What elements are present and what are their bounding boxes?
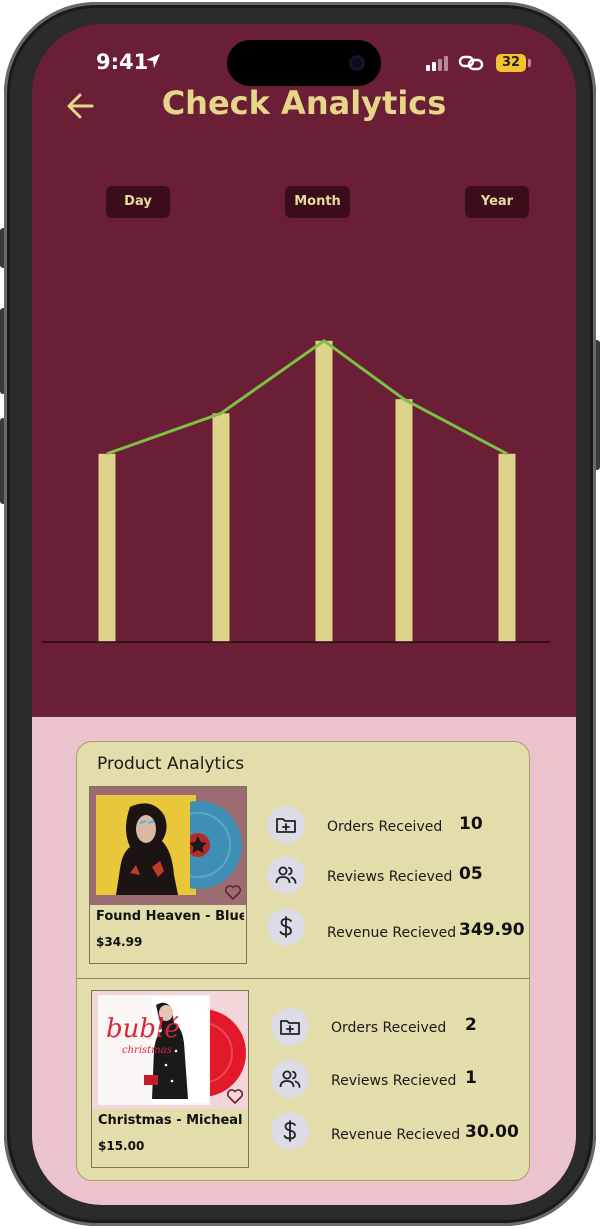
revenue-value: 349.90 bbox=[459, 920, 525, 940]
cellular-signal-icon bbox=[426, 56, 448, 71]
chart-trend-line bbox=[106, 339, 508, 456]
revenue-value: 30.00 bbox=[465, 1122, 519, 1142]
battery-tip bbox=[528, 59, 531, 67]
product-price: $15.00 bbox=[98, 1139, 145, 1153]
chart-bar-5 bbox=[498, 453, 516, 642]
reviews-icon-bg bbox=[267, 856, 305, 894]
chart-bar-3 bbox=[315, 340, 333, 642]
users-icon bbox=[275, 866, 297, 884]
favorite-heart-icon[interactable] bbox=[224, 883, 242, 901]
revenue-label: Revenue Recieved bbox=[331, 1127, 461, 1143]
reviews-value: 1 bbox=[465, 1068, 477, 1088]
svg-text:christmas: christmas bbox=[122, 1045, 172, 1056]
product-card-christmas[interactable]: bublé christmas Christmas - Micheal B.. … bbox=[91, 990, 249, 1168]
analytics-chart bbox=[42, 339, 550, 643]
revenue-icon-bg bbox=[271, 1112, 309, 1150]
analytics-panel: Product Analytics Found Heaven - Blue $3… bbox=[32, 717, 576, 1205]
folder-plus-icon bbox=[276, 818, 296, 833]
tab-day[interactable]: Day bbox=[106, 186, 170, 218]
page-title: Check Analytics bbox=[161, 84, 447, 122]
product-name: Christmas - Micheal B.. bbox=[98, 1113, 246, 1128]
reviews-label: Reviews Recieved bbox=[331, 1073, 457, 1089]
dollar-icon bbox=[279, 916, 292, 938]
folder-plus-icon bbox=[280, 1020, 300, 1035]
chart-bar-4 bbox=[395, 399, 413, 642]
orders-label: Orders Received bbox=[327, 819, 443, 835]
personal-hotspot-icon bbox=[458, 55, 484, 71]
phone-frame: 9:41 32 Check Analytics Day Month Year P… bbox=[4, 2, 596, 1226]
tab-month[interactable]: Month bbox=[285, 186, 350, 218]
orders-label: Orders Received bbox=[331, 1020, 447, 1036]
app-screen: 9:41 32 Check Analytics Day Month Year P… bbox=[32, 24, 576, 1205]
tab-year[interactable]: Year bbox=[465, 186, 529, 218]
card-title: Product Analytics bbox=[97, 754, 245, 774]
camera-icon bbox=[349, 55, 365, 71]
product-divider bbox=[77, 978, 529, 979]
product-price: $34.99 bbox=[96, 935, 143, 949]
product-card-found-heaven[interactable]: Found Heaven - Blue $34.99 bbox=[89, 786, 247, 964]
favorite-heart-icon[interactable] bbox=[226, 1087, 244, 1105]
dollar-icon bbox=[283, 1120, 296, 1142]
product-name: Found Heaven - Blue bbox=[96, 909, 244, 924]
product-analytics-card: Product Analytics Found Heaven - Blue $3… bbox=[76, 741, 530, 1181]
orders-icon-bg bbox=[267, 806, 305, 844]
status-time: 9:41 bbox=[96, 50, 149, 74]
orders-value: 2 bbox=[465, 1015, 477, 1035]
revenue-label: Revenue Recieved bbox=[327, 925, 457, 941]
reviews-label: Reviews Recieved bbox=[327, 869, 453, 885]
users-icon bbox=[279, 1070, 301, 1088]
album-cover-found-heaven bbox=[90, 787, 246, 905]
dynamic-island bbox=[227, 40, 381, 86]
chart-bar-1 bbox=[98, 453, 116, 642]
chart-bar-2 bbox=[212, 413, 230, 642]
revenue-icon-bg bbox=[267, 908, 305, 946]
reviews-value: 05 bbox=[459, 864, 483, 884]
battery-indicator: 32 bbox=[496, 54, 526, 72]
album-cover-christmas: bublé christmas bbox=[92, 991, 248, 1109]
orders-icon-bg bbox=[271, 1008, 309, 1046]
location-arrow-icon bbox=[146, 54, 160, 68]
orders-value: 10 bbox=[459, 814, 483, 834]
svg-text:bublé: bublé bbox=[106, 1014, 180, 1044]
reviews-icon-bg bbox=[271, 1060, 309, 1098]
